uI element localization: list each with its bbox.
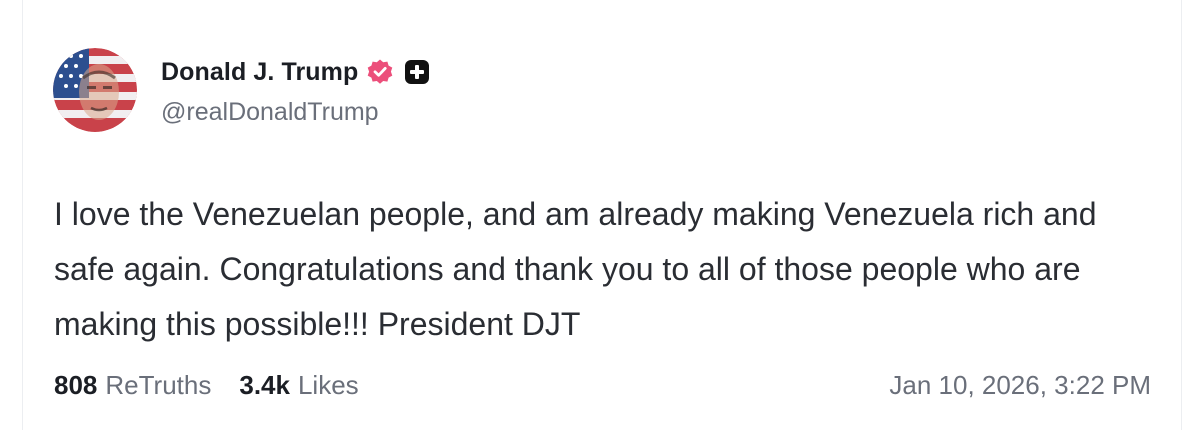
post-text: I love the Venezuelan people, and am alr… bbox=[54, 196, 1097, 342]
likes-stat[interactable]: 3.4k Likes bbox=[239, 370, 358, 401]
post-card: Donald J. Trump @realDonaldTrump I love … bbox=[22, 0, 1182, 430]
author-handle[interactable]: @realDonaldTrump bbox=[161, 98, 379, 127]
author-row: Donald J. Trump bbox=[161, 55, 430, 89]
avatar[interactable] bbox=[53, 48, 137, 132]
avatar-image bbox=[53, 48, 137, 132]
author-display-name[interactable]: Donald J. Trump bbox=[161, 58, 358, 87]
retruths-stat[interactable]: 808 ReTruths bbox=[54, 370, 211, 401]
post-stats: 808 ReTruths 3.4k Likes bbox=[54, 370, 359, 401]
likes-label: Likes bbox=[297, 370, 359, 400]
likes-count: 3.4k bbox=[239, 370, 290, 400]
plus-badge-icon bbox=[404, 59, 430, 85]
post-timestamp[interactable]: Jan 10, 2026, 3:22 PM bbox=[889, 370, 1151, 401]
verified-check-icon bbox=[366, 58, 394, 86]
retruths-count: 808 bbox=[54, 370, 98, 400]
retruths-label: ReTruths bbox=[105, 370, 212, 400]
